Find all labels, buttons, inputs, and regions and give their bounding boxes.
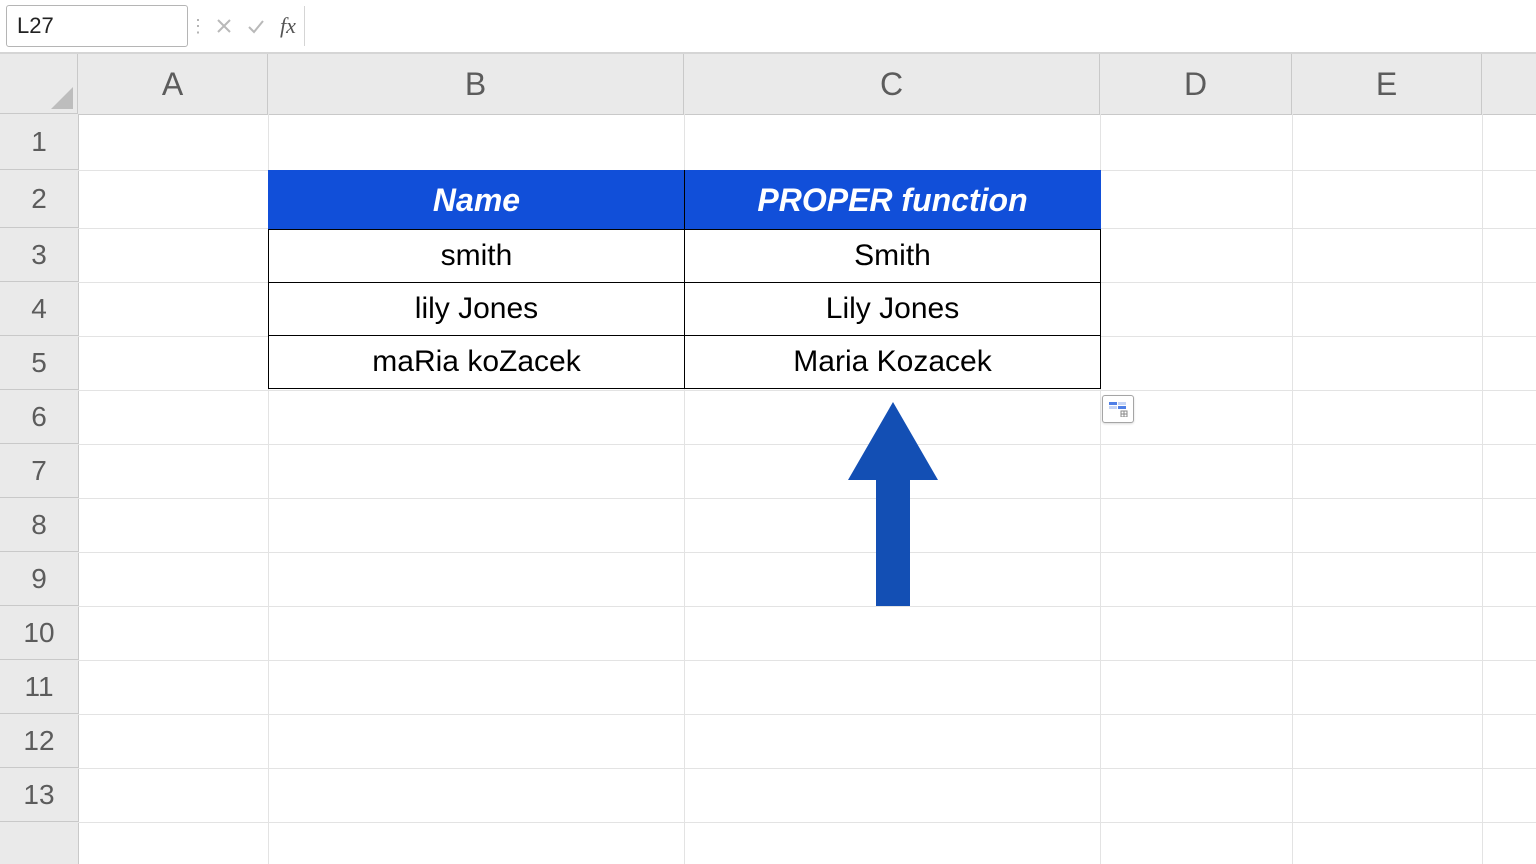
enter-formula-button[interactable] xyxy=(240,6,272,46)
row-headers: 12345678910111213 xyxy=(0,114,79,864)
gridline-horizontal xyxy=(78,714,1536,715)
table-header-row: Name PROPER function xyxy=(269,171,1101,230)
column-header-D[interactable]: D xyxy=(1100,54,1292,114)
separator-icon: ⋮ xyxy=(196,13,200,39)
gridline-horizontal xyxy=(78,768,1536,769)
close-icon xyxy=(215,17,233,35)
auto-fill-options-button[interactable] xyxy=(1102,395,1134,423)
row-header-4[interactable]: 4 xyxy=(0,282,78,336)
row-header-8[interactable]: 8 xyxy=(0,498,78,552)
gridline-horizontal xyxy=(78,660,1536,661)
table-row: smith Smith xyxy=(269,230,1101,283)
cell-name[interactable]: smith xyxy=(269,230,685,283)
gridline-horizontal xyxy=(78,498,1536,499)
check-icon xyxy=(246,17,266,35)
spreadsheet-grid: ABCDE 12345678910111213 Name PROPER func… xyxy=(0,54,1536,864)
gridline-horizontal xyxy=(78,390,1536,391)
table-row: lily Jones Lily Jones xyxy=(269,283,1101,336)
cancel-formula-button[interactable] xyxy=(208,6,240,46)
table-row: maRia koZacek Maria Kozacek xyxy=(269,336,1101,389)
cell-proper[interactable]: Maria Kozacek xyxy=(685,336,1101,389)
cell-proper[interactable]: Lily Jones xyxy=(685,283,1101,336)
gridline-horizontal xyxy=(78,606,1536,607)
row-header-7[interactable]: 7 xyxy=(0,444,78,498)
cell-proper[interactable]: Smith xyxy=(685,230,1101,283)
select-all-corner[interactable] xyxy=(0,54,78,114)
row-header-1[interactable]: 1 xyxy=(0,114,78,170)
row-header-3[interactable]: 3 xyxy=(0,228,78,282)
row-header-5[interactable]: 5 xyxy=(0,336,78,390)
cell-name[interactable]: maRia koZacek xyxy=(269,336,685,389)
row-header-11[interactable]: 11 xyxy=(0,660,78,714)
gridline-horizontal xyxy=(78,552,1536,553)
header-proper[interactable]: PROPER function xyxy=(685,171,1101,230)
column-header-A[interactable]: A xyxy=(78,54,268,114)
name-box-container xyxy=(6,5,188,47)
formula-bar: ⋮ fx xyxy=(0,0,1536,54)
column-header-B[interactable]: B xyxy=(268,54,684,114)
row-header-10[interactable]: 10 xyxy=(0,606,78,660)
cells-area[interactable]: Name PROPER function smith Smith lily Jo… xyxy=(78,114,1536,864)
up-arrow-icon xyxy=(848,402,938,606)
select-all-triangle-icon xyxy=(51,87,73,109)
row-header-9[interactable]: 9 xyxy=(0,552,78,606)
row-header-2[interactable]: 2 xyxy=(0,170,78,228)
insert-function-button[interactable]: fx xyxy=(272,6,305,46)
row-header-12[interactable]: 12 xyxy=(0,714,78,768)
row-header-13[interactable]: 13 xyxy=(0,768,78,822)
column-header-E[interactable]: E xyxy=(1292,54,1482,114)
gridline-vertical xyxy=(1292,114,1293,864)
cell-name[interactable]: lily Jones xyxy=(269,283,685,336)
column-header-C[interactable]: C xyxy=(684,54,1100,114)
auto-fill-options-icon xyxy=(1108,401,1128,417)
column-headers: ABCDE xyxy=(78,54,1536,115)
data-table: Name PROPER function smith Smith lily Jo… xyxy=(268,170,1101,389)
gridline-horizontal xyxy=(78,444,1536,445)
header-name[interactable]: Name xyxy=(269,171,685,230)
formula-input[interactable] xyxy=(305,6,1536,46)
gridline-vertical xyxy=(1482,114,1483,864)
gridline-horizontal xyxy=(78,822,1536,823)
row-header-6[interactable]: 6 xyxy=(0,390,78,444)
